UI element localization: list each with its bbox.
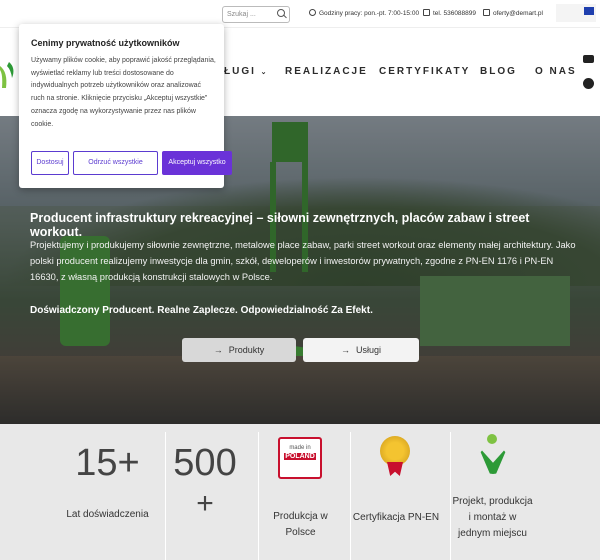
stat-projects: 500 +	[165, 424, 245, 560]
working-hours: Godziny pracy: pon.-pt. 7:00-15:00	[309, 9, 419, 17]
cookie-consent-dialog: Cenimy prywatność użytkowników Używamy p…	[19, 24, 232, 188]
phone-icon	[423, 9, 430, 16]
stat-made-in-poland-label-2: Polsce	[285, 527, 316, 538]
stats-section: 15+ Lat doświadczenia 500 + made in POLA…	[0, 424, 600, 560]
services-button-label: Usługi	[355, 345, 381, 355]
customize-button[interactable]: Dostosuj	[31, 151, 69, 175]
stat-made-in-poland: made in POLAND Produkcja w Polsce	[258, 424, 343, 560]
stat-years-number: 15+	[75, 442, 140, 484]
hero-tagline: Doświadczony Producent. Realne Zaplecze.…	[30, 305, 373, 316]
stat-one-place-label-1: Projekt, produkcja	[452, 496, 533, 507]
search-input[interactable]: Szukaj ...	[222, 6, 290, 23]
hero-description: Projektujemy i produkujemy siłownie zewn…	[30, 240, 576, 282]
medal-icon	[380, 436, 410, 466]
youtube-icon[interactable]	[583, 55, 594, 63]
nav-item-uslugi[interactable]: ŁUGI ⌄	[224, 66, 269, 77]
stat-years-label: Lat doświadczenia	[66, 509, 149, 520]
person-logo-icon	[476, 434, 510, 476]
stat-certification-label: Certyfikacja PN-EN	[352, 512, 440, 523]
person-body	[478, 446, 508, 474]
arrow-right-icon: →	[213, 345, 223, 355]
stat-one-place-label-2: i montaż w	[468, 512, 517, 523]
nav-item-uslugi-label: ŁUGI	[224, 66, 256, 77]
phone-text: tel. 536088899	[433, 10, 477, 17]
services-button[interactable]: → Usługi	[303, 338, 419, 362]
stat-projects-number: 500	[173, 442, 237, 484]
stat-years: 15+ Lat doświadczenia	[60, 424, 155, 560]
email-text: oferty@demart.pl	[493, 10, 543, 17]
poland-text: POLAND	[284, 453, 316, 460]
search-icon[interactable]	[277, 9, 285, 17]
reject-all-button[interactable]: Odrzuć wszystkie	[73, 151, 158, 175]
eu-funding-logo	[556, 4, 596, 22]
nav-item-realizacje[interactable]: REALIZACJE	[285, 66, 368, 77]
nav-item-blog[interactable]: BLOG	[480, 66, 517, 77]
nav-item-certyfikaty[interactable]: CERTYFIKATY	[379, 66, 470, 77]
stat-one-place-label-3: jednym miejscu	[458, 528, 527, 539]
chevron-down-icon: ⌄	[260, 69, 269, 76]
eu-flag-icon	[584, 7, 594, 15]
arrow-right-icon: →	[340, 345, 350, 355]
stat-projects-plus: +	[196, 487, 214, 520]
logo[interactable]	[0, 62, 18, 88]
phone-link[interactable]: tel. 536088899	[423, 9, 476, 17]
facebook-icon[interactable]	[583, 78, 594, 89]
cookie-body: Używamy plików cookie, aby poprawić jako…	[31, 57, 216, 128]
made-in-poland-badge: made in POLAND	[278, 437, 322, 479]
hero-title: Producent infrastruktury rekreacyjnej – …	[30, 211, 530, 239]
working-hours-text: Godziny pracy: pon.-pt. 7:00-15:00	[319, 10, 420, 17]
cookie-title: Cenimy prywatność użytkowników	[31, 38, 180, 48]
stat-made-in-poland-label-1: Produkcja w	[273, 511, 328, 522]
nav-item-o-nas[interactable]: O NAS	[535, 66, 577, 77]
made-in-text: made in	[289, 445, 311, 451]
email-link[interactable]: oferty@demart.pl	[483, 9, 543, 17]
mail-icon	[483, 9, 490, 16]
person-head	[487, 434, 497, 444]
products-button-label: Produkty	[228, 345, 265, 355]
products-button[interactable]: → Produkty	[182, 338, 296, 362]
clock-icon	[309, 9, 316, 16]
search-placeholder: Szukaj ...	[227, 11, 256, 18]
accept-all-button[interactable]: Akceptuj wszystko	[162, 151, 232, 175]
